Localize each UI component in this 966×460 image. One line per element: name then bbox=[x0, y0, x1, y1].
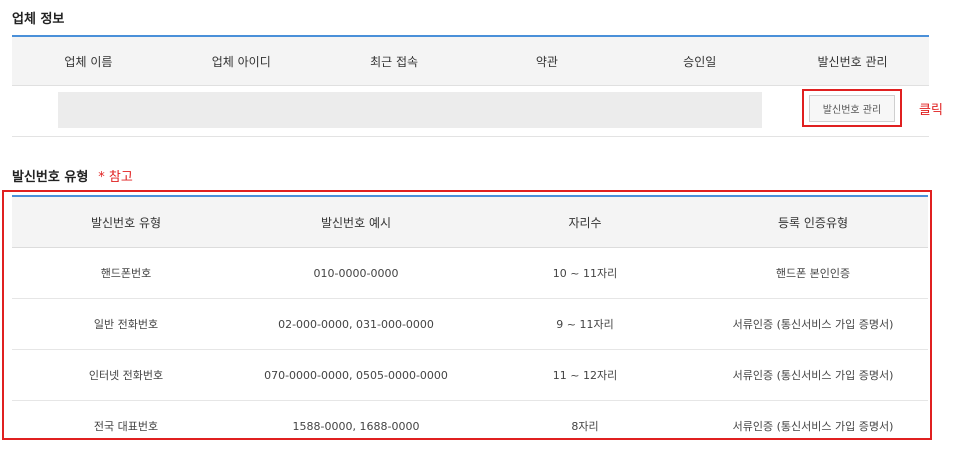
cell-example: 02-000-0000, 031-000-0000 bbox=[278, 317, 434, 331]
sender-number-manage-button[interactable]: 발신번호 관리 bbox=[809, 94, 895, 122]
cell-digits: 11 ~ 12자리 bbox=[552, 369, 618, 382]
cell-auth-type: 핸드폰 본인인증 bbox=[775, 267, 851, 280]
table-row: 전국 대표번호 1588-0000, 1688-0000 8자리 서류인증 (통… bbox=[12, 401, 928, 451]
cell-digits: 8자리 bbox=[571, 420, 599, 433]
cell-type: 핸드폰번호 bbox=[100, 267, 152, 280]
cell-auth-type: 서류인증 (통신서비스 가입 증명서) bbox=[732, 318, 894, 331]
vendor-table-header: 업체 이름 업체 아이디 최근 접속 약관 승인일 발신번호 관리 bbox=[12, 37, 929, 86]
header-vendor-name: 업체 이름 bbox=[64, 54, 113, 69]
header-example: 발신번호 예시 bbox=[320, 215, 392, 230]
cell-example: 1588-0000, 1688-0000 bbox=[292, 419, 420, 433]
click-annotation: 클릭 bbox=[919, 103, 943, 118]
type-table-header: 발신번호 유형 발신번호 예시 자리수 등록 인증유형 bbox=[12, 197, 928, 248]
cell-example: 010-0000-0000 bbox=[313, 266, 399, 280]
sender-number-type-table: 발신번호 유형 발신번호 예시 자리수 등록 인증유형 핸드폰번호 010-00… bbox=[12, 195, 928, 451]
cell-type: 전국 대표번호 bbox=[93, 420, 159, 433]
vendor-table: 업체 이름 업체 아이디 최근 접속 약관 승인일 발신번호 관리 발신번호 관… bbox=[12, 35, 929, 137]
cell-auth-type: 서류인증 (통신서비스 가입 증명서) bbox=[732, 420, 894, 433]
vendor-section-title: 업체 정보 bbox=[12, 12, 65, 27]
table-row: 일반 전화번호 02-000-0000, 031-000-0000 9 ~ 11… bbox=[12, 299, 928, 350]
type-section-title: 발신번호 유형 bbox=[12, 170, 89, 185]
header-approval-date: 승인일 bbox=[683, 54, 717, 69]
cell-auth-type: 서류인증 (통신서비스 가입 증명서) bbox=[732, 369, 894, 382]
type-section-heading: 발신번호 유형 * 참고 bbox=[12, 166, 133, 185]
header-sender-number-management: 발신번호 관리 bbox=[817, 54, 888, 69]
cell-digits: 9 ~ 11자리 bbox=[556, 318, 614, 331]
vendor-info-placeholder bbox=[58, 92, 762, 128]
table-row: 인터넷 전화번호 070-0000-0000, 0505-0000-0000 1… bbox=[12, 350, 928, 401]
cell-type: 일반 전화번호 bbox=[93, 318, 159, 331]
table-row: 핸드폰번호 010-0000-0000 10 ~ 11자리 핸드폰 본인인증 bbox=[12, 248, 928, 299]
cell-digits: 10 ~ 11자리 bbox=[552, 267, 618, 280]
header-auth-type: 등록 인증유형 bbox=[777, 215, 849, 230]
header-type: 발신번호 유형 bbox=[90, 215, 162, 230]
manage-button-highlight: 발신번호 관리 bbox=[802, 89, 902, 127]
header-terms: 약관 bbox=[535, 54, 558, 69]
header-last-access: 최근 접속 bbox=[370, 54, 419, 69]
header-vendor-id: 업체 아이디 bbox=[211, 54, 271, 69]
vendor-table-row: 발신번호 관리 bbox=[12, 86, 929, 137]
reference-note: * 참고 bbox=[98, 170, 133, 185]
header-digits: 자리수 bbox=[568, 215, 602, 230]
cell-type: 인터넷 전화번호 bbox=[88, 369, 164, 382]
cell-example: 070-0000-0000, 0505-0000-0000 bbox=[264, 368, 448, 382]
